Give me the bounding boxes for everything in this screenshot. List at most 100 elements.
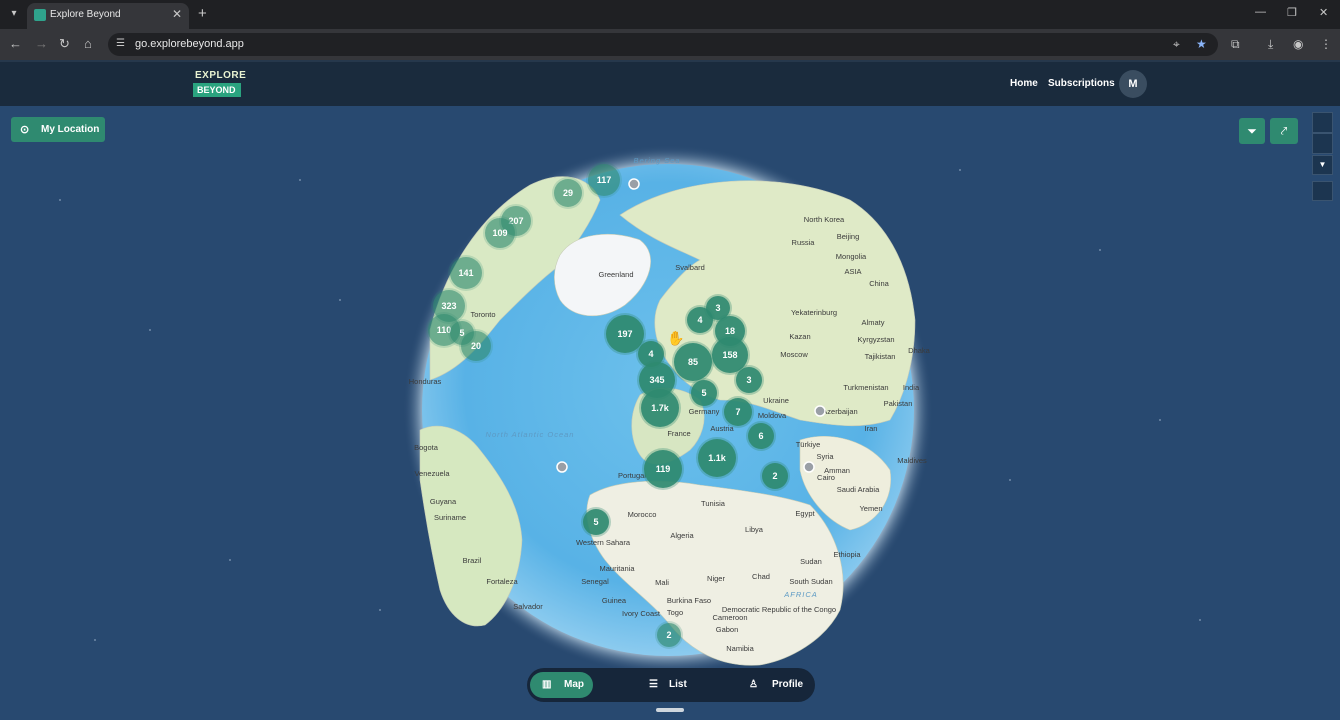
marker-point [803,461,815,473]
cluster-count: 5 [701,388,706,398]
share-icon: ⤤ [1280,124,1288,138]
cluster-marker[interactable]: 119 [642,448,684,490]
cluster-count: 18 [725,326,735,336]
place-label: Tajikistan [865,352,896,361]
cluster-count: 109 [492,228,507,238]
reload-icon[interactable]: ↻ [59,36,70,52]
logo[interactable]: EXPLORE BEYOND [193,68,249,100]
extensions-icon[interactable]: ⧉ [1231,37,1240,52]
place-label: Yemen [859,504,882,513]
cluster-marker[interactable]: 3 [734,365,764,395]
nav-list-tab[interactable]: ☰ List [637,672,707,698]
place-label: Ivory Coast [622,609,661,618]
tab-close-icon[interactable]: ✕ [172,7,182,21]
bookmark-star-icon[interactable]: ★ [1196,37,1207,51]
place-label: Western Sahara [576,538,631,547]
place-label: Syria [816,452,834,461]
place-label: Türkiye [796,440,821,449]
cluster-marker[interactable]: 2 [655,621,683,649]
cluster-marker[interactable]: 20 [459,329,493,363]
browser-menu-icon[interactable]: ⋮ [1320,37,1332,51]
place-label: Fortaleza [486,577,518,586]
place-label: Toronto [470,310,495,319]
cluster-marker[interactable]: 109 [483,216,517,250]
nav-list-label: List [669,679,687,690]
marker-point [556,461,568,473]
cluster-count: 5 [593,517,598,527]
cluster-count: 117 [597,175,612,185]
filter-button[interactable]: ⏷ [1239,118,1265,144]
browser-toolbar: ← → ↻ ⌂ ☰ go.explorebeyond.app ⌖ ★ ⧉ ⤓ ◉… [0,29,1340,60]
home-icon[interactable]: ⌂ [84,36,92,52]
place-label: Cairo [817,473,835,482]
place-label: Bogota [414,443,439,452]
nav-map-tab[interactable]: ▥ Map [530,672,593,698]
address-bar[interactable]: ☰ go.explorebeyond.app ⌖ ★ [108,33,1218,56]
cluster-count: 2 [666,630,671,640]
cluster-count: 3 [746,375,751,385]
nav-subscriptions-link[interactable]: Subscriptions [1048,78,1115,89]
cluster-marker[interactable]: 5 [581,507,611,537]
globe-svg: Bering Sea North Korea Beijing Russia Mo… [59,145,1201,675]
back-icon[interactable]: ← [9,36,22,52]
marker-point [628,178,640,190]
app-header: EXPLORE BEYOND Home Subscriptions M [0,60,1340,106]
avatar[interactable]: M [1119,70,1147,98]
place-label: Ethiopia [833,550,861,559]
place-label: Bering Sea [633,156,680,165]
new-tab-icon[interactable]: + [198,5,207,22]
zoom-in-button[interactable] [1312,112,1333,133]
cluster-marker[interactable]: 7 [722,396,754,428]
my-location-button[interactable]: ⊙ My Location [11,117,105,142]
place-label: Yekaterinburg [791,308,837,317]
download-icon[interactable]: ⤓ [1268,37,1273,52]
place-label: AFRICA [783,590,818,599]
map-view[interactable]: Bering Sea North Korea Beijing Russia Mo… [0,106,1340,720]
list-icon: ☰ [649,679,658,690]
cluster-count: 4 [648,349,653,359]
cluster-marker[interactable]: 5 [689,378,719,408]
cluster-marker[interactable]: 141 [448,255,484,291]
cluster-marker[interactable]: 29 [552,177,584,209]
cluster-marker[interactable]: 117 [586,162,622,198]
place-label: Brazil [463,556,482,565]
place-label: Gabon [716,625,739,634]
share-button[interactable]: ⤤ [1270,118,1298,144]
layers-dropdown[interactable]: ▼ [1312,155,1333,175]
minimize-icon[interactable]: — [1255,6,1266,18]
place-label: Sudan [800,557,822,566]
cluster-count: 345 [649,375,664,385]
cluster-marker[interactable]: 1.1k [696,437,738,479]
cluster-marker[interactable]: 2 [760,461,790,491]
cluster-count: 323 [441,301,456,311]
cluster-marker[interactable]: 1.7k [639,387,681,429]
tab-search-icon[interactable]: ▾ [6,6,22,22]
map-icon: ▥ [542,679,552,690]
place-label: Russia [792,238,816,247]
place-label: Mali [655,578,669,587]
nav-profile-tab[interactable]: ♙ Profile [737,672,813,698]
forward-icon[interactable]: → [35,36,48,52]
close-window-icon[interactable]: ✕ [1319,6,1328,19]
nav-home-link[interactable]: Home [1010,78,1038,89]
profile-browser-icon[interactable]: ◉ [1293,37,1303,51]
place-label: Suriname [434,513,466,522]
browser-tab[interactable]: Explore Beyond ✕ [27,3,189,29]
site-info-icon[interactable]: ☰ [116,38,128,50]
cluster-marker[interactable]: 4 [685,305,715,335]
zoom-out-button[interactable] [1312,133,1333,154]
cluster-marker[interactable]: 85 [672,341,714,383]
location-icon[interactable]: ⌖ [1173,37,1180,52]
place-label: Iran [865,424,878,433]
cluster-marker[interactable]: 6 [746,421,776,451]
cluster-count: 4 [697,315,702,325]
place-label: Chad [752,572,770,581]
restore-icon[interactable]: ❐ [1287,6,1297,19]
place-label: Togo [667,608,683,617]
place-label: Kyrgyzstan [857,335,894,344]
layer-toggle[interactable] [1312,181,1333,201]
place-label: Guinea [602,596,627,605]
place-label: Saudi Arabia [837,485,880,494]
my-location-label: My Location [41,124,100,135]
place-label: Portugal [618,471,646,480]
